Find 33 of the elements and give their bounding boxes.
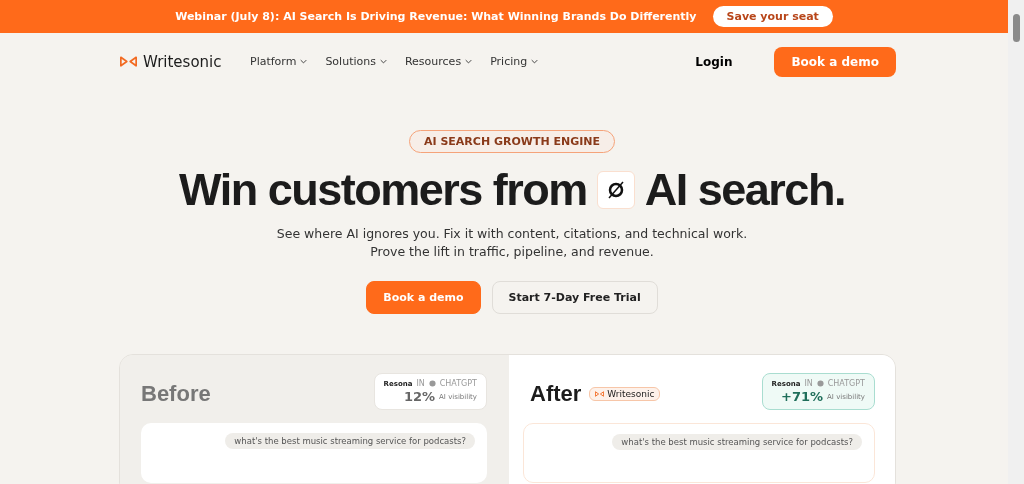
visibility-value: +71% xyxy=(781,389,824,404)
in-label: IN xyxy=(416,379,425,388)
panel-title: After xyxy=(530,381,582,407)
save-seat-button[interactable]: Save your seat xyxy=(712,6,833,27)
chevron-down-icon xyxy=(465,59,473,64)
nav-menu-item[interactable]: Platform xyxy=(250,55,308,68)
prompt-bubble: what's the best music streaming service for podcasts? xyxy=(612,434,862,450)
nav-menu-item[interactable]: Solutions xyxy=(325,55,387,68)
engine-name: CHATGPT xyxy=(439,379,477,388)
announcement-text: Webinar (July 8): AI Search Is Driving Revenue: What Winning Brands Do Differently xyxy=(175,10,697,23)
headline-text: Win customers from xyxy=(179,165,587,215)
chevron-down-icon xyxy=(300,59,308,64)
free-trial-button[interactable]: Start 7-Day Free Trial xyxy=(491,281,658,314)
login-link[interactable]: Login xyxy=(689,53,739,70)
engine-name: CHATGPT xyxy=(827,379,865,388)
subtitle-text: See where AI ignores you. Fix it with content, citations, and technical work. xyxy=(276,225,748,243)
globe-icon xyxy=(816,380,824,387)
visibility-value: 12% xyxy=(403,389,436,404)
logo-icon xyxy=(595,391,605,397)
nav-menu-item[interactable]: Pricing xyxy=(490,55,539,68)
nav-menu-item[interactable]: Resources xyxy=(404,55,473,68)
brand-tag: Writesonic xyxy=(589,387,661,401)
panel-title: Before xyxy=(141,381,211,407)
chevron-down-icon xyxy=(379,59,387,64)
logo-text: Writesonic xyxy=(143,52,222,71)
prompt-bubble: what's the best music streaming service for podcasts? xyxy=(225,433,475,449)
in-label: IN xyxy=(804,379,813,388)
chevron-down-icon xyxy=(531,59,539,64)
subtitle-text: Prove the lift in traffic, pipeline, and revenue. xyxy=(369,243,655,261)
logo-icon xyxy=(120,56,137,67)
eyebrow-badge: AI SEARCH GROWTH ENGINE xyxy=(408,130,616,153)
headline-text: AI search. xyxy=(644,165,845,215)
globe-icon xyxy=(428,380,436,387)
